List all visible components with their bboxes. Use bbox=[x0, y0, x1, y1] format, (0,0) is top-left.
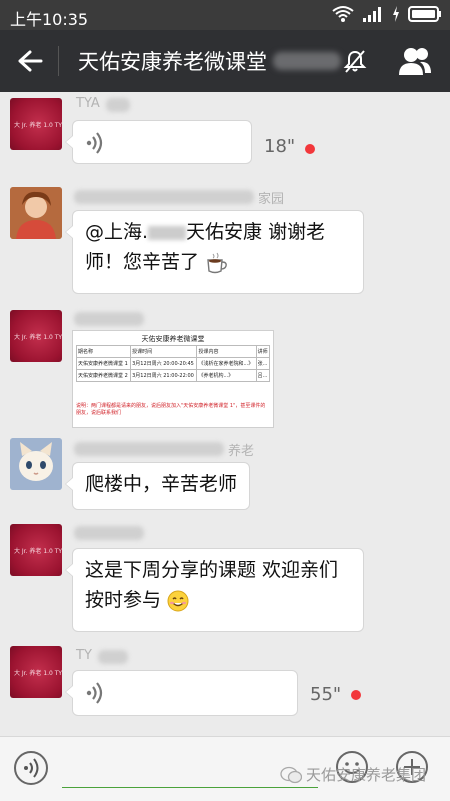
schedule-table: 期名称 授课时间 授课内容 讲师 天佑安康养老微课堂 1 3月12日周六 20:… bbox=[75, 345, 271, 382]
sender-name-blur bbox=[74, 526, 144, 540]
smile-emoji-icon bbox=[167, 590, 189, 611]
group-members-icon[interactable] bbox=[398, 45, 432, 77]
table-row: 天佑安康养老微课堂 2 3月12日周六 21:00-22:00 《养老机构...… bbox=[75, 369, 271, 382]
sender-name-blur bbox=[74, 312, 144, 326]
voice-message-bubble[interactable] bbox=[65, 670, 298, 716]
image-title: 天佑安康养老微课堂 bbox=[141, 335, 205, 343]
status-icons bbox=[332, 5, 442, 23]
image-message[interactable]: 天佑安康养老微课堂 期名称 授课时间 授课内容 讲师 天佑安康养老微课堂 1 3… bbox=[72, 330, 274, 428]
voice-message-bubble[interactable] bbox=[65, 120, 252, 164]
voice-wave-icon bbox=[24, 758, 39, 778]
sender-name: TYA bbox=[76, 96, 100, 111]
sender-name-blur bbox=[74, 190, 254, 204]
voice-duration: 18" bbox=[264, 136, 296, 157]
unread-dot bbox=[305, 144, 315, 154]
sender-name-blur bbox=[74, 442, 224, 456]
message-input[interactable] bbox=[62, 787, 318, 788]
avatar[interactable]: 大 Jr. 养老 1.0 TY bbox=[10, 524, 62, 576]
avatar[interactable] bbox=[10, 187, 62, 239]
cat-photo-icon bbox=[10, 438, 62, 490]
coffee-emoji-icon bbox=[207, 252, 227, 273]
signal-icon bbox=[363, 7, 381, 22]
sender-name: TY bbox=[76, 648, 92, 663]
wifi-icon bbox=[332, 6, 354, 22]
voice-duration: 55" bbox=[310, 684, 342, 705]
sender-name-blur bbox=[98, 650, 128, 664]
blurred-mention bbox=[148, 225, 187, 240]
table-row: 天佑安康养老微课堂 1 3月12日周六 20:00-20:45 《浅析在家养老院… bbox=[75, 357, 271, 370]
text-message-bubble[interactable]: @上海. 天佑安康 谢谢老 师！您辛苦了 bbox=[65, 210, 364, 294]
chat-title: 天佑安康养老微课堂 bbox=[78, 50, 267, 74]
mention-text: @上海. bbox=[85, 221, 149, 243]
table-header: 期名称 bbox=[75, 345, 132, 358]
charging-icon bbox=[393, 6, 399, 22]
watermark: 天佑安康养老集团 bbox=[280, 764, 426, 785]
avatar[interactable] bbox=[10, 438, 62, 490]
battery-icon bbox=[408, 6, 441, 22]
header-divider bbox=[58, 46, 59, 76]
voice-input-button[interactable] bbox=[14, 751, 48, 785]
chat-message-list[interactable]: 大 Jr. 养老 1.0 TY TYA 18" 家园 @上海. 天佑安康 谢谢老 … bbox=[0, 92, 450, 732]
sender-name-blur bbox=[106, 98, 130, 112]
message-text: 爬楼中，辛苦老师 bbox=[85, 473, 238, 495]
message-text-line: 师！您辛苦了 bbox=[85, 251, 200, 273]
avatar[interactable]: 大 Jr. 养老 1.0 TY bbox=[10, 646, 62, 698]
status-time: 上午10:35 bbox=[10, 10, 89, 29]
message-text-line: 按时参与 bbox=[85, 589, 162, 611]
message-text-line: 这是下周分享的课题 欢迎亲们 bbox=[85, 559, 339, 581]
chat-header: 天佑安康养老微课堂 bbox=[0, 30, 450, 92]
back-arrow-icon[interactable] bbox=[14, 46, 44, 76]
table-header: 授课内容 bbox=[196, 345, 257, 358]
wechat-logo-icon bbox=[280, 766, 302, 783]
text-message-bubble[interactable]: 这是下周分享的课题 欢迎亲们 按时参与 bbox=[65, 548, 364, 632]
table-header: 讲师 bbox=[255, 345, 271, 358]
text-message-bubble[interactable]: 爬楼中，辛苦老师 bbox=[65, 462, 250, 510]
voice-wave-icon bbox=[86, 682, 103, 704]
status-bar: 上午10:35 bbox=[0, 0, 450, 30]
image-notice: 说明：两门课程都是请来的朋友，说后朋友加入"天佑安康养老微课堂 1"，甚至课件的… bbox=[76, 403, 266, 416]
voice-wave-icon bbox=[86, 132, 103, 154]
unread-dot bbox=[351, 690, 361, 700]
avatar[interactable]: 大 Jr. 养老 1.0 TY bbox=[10, 98, 62, 150]
watermark-text: 天佑安康养老集团 bbox=[306, 766, 427, 784]
avatar[interactable]: 大 Jr. 养老 1.0 TY bbox=[10, 310, 62, 362]
message-text-line: 天佑安康 谢谢老 bbox=[186, 221, 326, 243]
person-photo-icon bbox=[10, 187, 62, 239]
table-header: 授课时间 bbox=[130, 345, 198, 358]
sender-name: 养老 bbox=[228, 444, 255, 459]
mute-icon bbox=[343, 50, 367, 73]
sender-name: 家园 bbox=[258, 192, 285, 207]
blurred-member-count bbox=[273, 52, 341, 70]
